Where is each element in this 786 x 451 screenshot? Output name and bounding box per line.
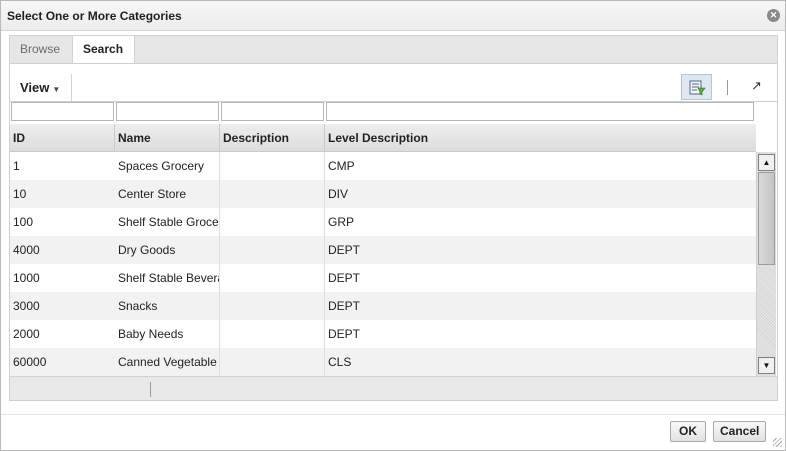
vertical-scrollbar[interactable]: ▲ ▼ <box>756 152 776 376</box>
cancel-button[interactable]: Cancel <box>713 421 766 442</box>
cell-name: Baby Needs <box>115 320 220 348</box>
view-menu-label: View <box>20 80 50 95</box>
view-menu-button[interactable]: View ▼ <box>12 74 72 101</box>
filter-level-description-input[interactable] <box>326 102 754 121</box>
tab-browse[interactable]: Browse <box>10 36 72 64</box>
chevron-down-icon: ▼ <box>52 85 61 94</box>
column-header-description[interactable]: Description <box>220 124 325 152</box>
table-row[interactable]: 4000 Dry Goods DEPT <box>10 236 756 264</box>
cell-description <box>220 152 325 180</box>
cell-id: 1000 <box>13 271 40 285</box>
table-row[interactable]: 60000 Canned Vegetable CLS <box>10 348 756 376</box>
table-row[interactable]: 2000 Baby Needs DEPT <box>10 320 756 348</box>
cell-description <box>220 292 325 320</box>
cell-description <box>220 348 325 376</box>
close-icon[interactable]: ✕ <box>767 9 780 22</box>
search-panel: View ▼ ↗ ID Name Description Level Descr… <box>9 63 778 401</box>
tab-bar: Browse Search <box>9 35 778 65</box>
dialog-title-bar[interactable]: Select One or More Categories ✕ <box>1 1 785 31</box>
cell-id: 10 <box>13 187 27 201</box>
cell-description <box>220 180 325 208</box>
scroll-up-icon[interactable]: ▲ <box>758 154 775 171</box>
footer-separator <box>150 382 151 397</box>
table-row[interactable]: 100 Shelf Stable Groce GRP <box>10 208 756 236</box>
cell-name: Dry Goods <box>115 236 220 264</box>
filter-description-input[interactable] <box>221 102 324 121</box>
cell-name: Shelf Stable Bevera <box>115 264 220 292</box>
cell-id: 60000 <box>13 355 47 369</box>
cell-name: Shelf Stable Groce <box>115 208 220 236</box>
query-by-example-icon <box>689 80 706 96</box>
cell-level-description: DEPT <box>328 271 361 285</box>
cell-level-description: CMP <box>328 159 355 173</box>
cell-level-description: DEPT <box>328 243 361 257</box>
cell-id: 2000 <box>13 327 40 341</box>
filter-name-input[interactable] <box>116 102 219 121</box>
cell-name: Canned Vegetable <box>115 348 220 376</box>
cell-description <box>220 264 325 292</box>
detach-icon[interactable]: ↗ <box>751 78 762 94</box>
cell-level-description: DEPT <box>328 327 361 341</box>
dialog-title: Select One or More Categories <box>7 9 182 23</box>
table-row[interactable]: 3000 Snacks DEPT <box>10 292 756 320</box>
cell-name: Snacks <box>115 292 220 320</box>
query-by-example-button[interactable] <box>681 74 712 100</box>
table-header: ID Name Description Level Description <box>10 124 756 152</box>
filter-id-input[interactable] <box>11 102 114 121</box>
cell-name: Center Store <box>115 180 220 208</box>
table-toolbar: View ▼ ↗ <box>10 72 777 102</box>
cell-level-description: DEPT <box>328 299 361 313</box>
cell-description <box>220 208 325 236</box>
scrollbar-thumb[interactable] <box>758 172 775 265</box>
cell-description <box>220 236 325 264</box>
ok-button[interactable]: OK <box>670 421 706 442</box>
select-categories-dialog: Select One or More Categories ✕ Browse S… <box>0 0 786 451</box>
toolbar-separator <box>727 80 728 95</box>
tab-search[interactable]: Search <box>72 36 135 65</box>
cell-id: 3000 <box>13 299 40 313</box>
column-header-name[interactable]: Name <box>115 124 220 152</box>
cell-level-description: DIV <box>328 187 349 201</box>
cell-id: 4000 <box>13 243 40 257</box>
table-row[interactable]: 10 Center Store DIV <box>10 180 756 208</box>
cell-description <box>220 320 325 348</box>
table-row[interactable]: 1 Spaces Grocery CMP <box>10 152 756 180</box>
table-body: 1 Spaces Grocery CMP 10 Center Store DIV 100 Sh… <box>10 152 756 376</box>
scroll-down-icon[interactable]: ▼ <box>758 357 775 374</box>
column-header-id[interactable]: ID <box>10 124 115 152</box>
table-footer <box>10 376 777 400</box>
cell-name: Spaces Grocery <box>115 152 220 180</box>
cell-id: 100 <box>13 215 34 229</box>
dialog-footer-divider <box>1 414 785 415</box>
cell-level-description: GRP <box>328 215 355 229</box>
resize-grip-icon[interactable] <box>773 438 782 447</box>
table-row[interactable]: 1000 Shelf Stable Bevera DEPT <box>10 264 756 292</box>
cell-level-description: CLS <box>328 355 352 369</box>
cell-id: 1 <box>13 159 20 173</box>
column-header-level-description[interactable]: Level Description <box>325 124 756 152</box>
